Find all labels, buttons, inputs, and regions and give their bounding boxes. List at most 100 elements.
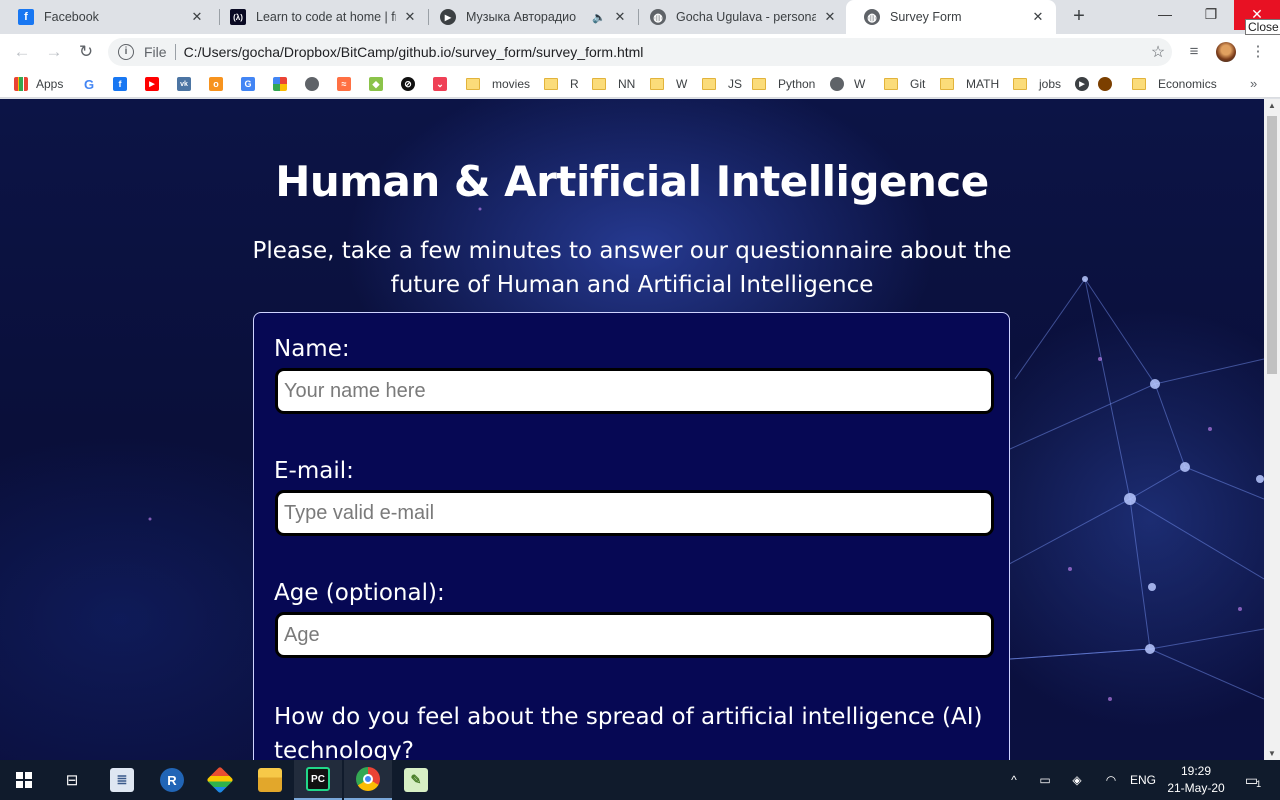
bookmark-folder-math[interactable]: MATH [940,76,999,92]
facebook-icon: f [113,77,127,91]
task-view-button[interactable]: ⊟ [48,760,96,800]
close-icon[interactable]: ✕ [612,9,628,25]
address-bar[interactable]: i File C:/Users/gocha/Dropbox/BitCamp/gi… [108,38,1172,66]
folder-icon [650,78,664,90]
task-view-icon: ⊟ [65,772,79,789]
close-icon[interactable]: ✕ [402,9,418,25]
wifi-icon[interactable]: ◠ [1100,760,1122,800]
bookmark-label: NN [618,77,636,91]
freecodecamp-icon: (λ) [230,9,246,25]
bookmark-folder-js[interactable]: JS [702,76,742,92]
bookmark-folder-movies[interactable]: movies [466,76,530,92]
bookmark-w[interactable]: W [830,76,865,92]
pocket-icon: ⌄ [433,77,447,91]
age-input[interactable] [275,612,994,658]
tab-freecodecamp[interactable]: (λ) Learn to code at home | free ✕ [212,0,428,34]
minimize-button[interactable]: — [1142,0,1188,30]
speaker-icon[interactable]: 🔈 [592,11,606,24]
bookmark-maps[interactable]: ◆ [369,76,391,92]
menu-kebab-icon[interactable]: ⋮ [1248,42,1268,62]
chart-icon: ≈ [337,77,351,91]
tab-autoradio[interactable]: ▶ Музыка Авторадио 🔈 ✕ [422,0,638,34]
bookmark-google[interactable]: G [82,76,104,92]
bookmark-translate[interactable]: G [241,76,263,92]
bookmark-odnoklassniki[interactable]: o [209,76,231,92]
bookmark-folder-economics[interactable]: Economics [1132,76,1217,92]
tab-facebook[interactable]: f Facebook ✕ [0,0,215,34]
guitar-icon [1098,77,1112,91]
bookmark-folder-git[interactable]: Git [884,76,925,92]
taskbar-app-editor[interactable]: ✎ [392,760,440,800]
notifications-button[interactable]: ▭ 1 [1238,760,1268,800]
bookmark-play[interactable]: ▶ [1075,76,1097,92]
bookmark-folder-w[interactable]: W [650,76,687,92]
taskbar-app-chrome[interactable] [344,760,392,800]
bookmark-folder-r[interactable]: R [544,76,579,92]
restore-button[interactable]: ❐ [1188,0,1234,30]
start-button[interactable] [0,760,48,800]
bookmark-blocked[interactable]: ⊘ [401,76,423,92]
scroll-up-arrow-icon[interactable]: ▲ [1264,101,1280,110]
document-icon: ≣ [110,768,134,792]
google-icon: G [82,76,96,92]
folder-icon [466,78,480,90]
new-tab-button[interactable]: + [1067,5,1091,29]
chrome-icon [356,767,380,791]
dropbox-icon[interactable]: ◈ [1066,760,1088,800]
media-controls-icon[interactable]: ≡ [1184,42,1204,62]
tray-show-hidden-icon[interactable]: ^ [1004,760,1024,800]
folder-icon [258,768,282,792]
photos-icon [273,77,287,91]
bookmark-label: R [570,77,579,91]
email-input[interactable] [275,490,994,536]
bookmarks-overflow-icon[interactable]: » [1250,76,1257,91]
bookmark-folder-nn[interactable]: NN [592,76,635,92]
bookmark-star-icon[interactable]: ☆ [1144,42,1172,62]
tab-personal-page[interactable]: ◍ Gocha Ugulava - personal p ✕ [632,0,848,34]
windows-logo-icon [16,772,32,788]
scroll-down-arrow-icon[interactable]: ▼ [1264,749,1280,758]
tab-survey-form[interactable]: ◍ Survey Form ✕ [846,0,1056,34]
play-icon: ▶ [1075,77,1089,91]
bookmark-label: movies [492,77,531,91]
apps-grid-icon [14,77,28,91]
taskbar-app-git[interactable] [196,760,244,800]
bookmark-folder-jobs[interactable]: jobs [1013,76,1061,92]
taskbar-app-document[interactable]: ≣ [98,760,146,800]
taskbar-app-r[interactable]: R [148,760,196,800]
reload-button[interactable]: ↻ [74,40,98,64]
folder-icon [702,78,716,90]
system-clock[interactable]: 19:29 21-May-20 [1156,763,1236,797]
close-icon[interactable]: ✕ [822,9,838,25]
profile-avatar[interactable] [1216,42,1236,62]
page-scrollbar[interactable]: ▲ ▼ [1264,99,1280,760]
bookmark-label: jobs [1039,77,1062,91]
scroll-thumb[interactable] [1267,116,1277,374]
close-icon[interactable]: ✕ [1030,9,1046,25]
url-text[interactable]: C:/Users/gocha/Dropbox/BitCamp/github.io… [184,44,1144,60]
bookmark-youtube[interactable]: ▶ [145,76,167,92]
windows-taskbar: ⊟ ≣ R PC ✎ ^ ▭ ◈ ◠ ENG 19:29 21-May-20 ▭… [0,760,1280,800]
taskbar-app-explorer[interactable] [246,760,294,800]
forward-button[interactable]: → [42,40,66,64]
bookmark-guitar[interactable] [1098,76,1120,92]
name-input[interactable] [275,368,994,414]
bookmark-globe[interactable] [305,76,327,92]
taskbar-app-pycharm[interactable]: PC [294,760,342,800]
bookmarks-bar: Apps G f ▶ vk o G ≈ ◆ ⊘ ⌄ movies R NN W … [0,70,1280,98]
bookmark-facebook[interactable]: f [113,76,135,92]
close-icon[interactable]: ✕ [189,9,205,25]
notepad-plus-icon: ✎ [404,768,428,792]
odnoklassniki-icon: o [209,77,223,91]
back-button[interactable]: ← [10,40,34,64]
battery-icon[interactable]: ▭ [1034,760,1056,800]
input-language[interactable]: ENG [1128,760,1158,800]
bookmark-vk[interactable]: vk [177,76,199,92]
email-label: E-mail: [274,458,354,484]
bookmark-folder-python[interactable]: Python [752,76,815,92]
bookmark-chart[interactable]: ≈ [337,76,359,92]
bookmark-apps[interactable]: Apps [14,76,63,92]
bookmark-photos[interactable] [273,76,295,92]
info-icon[interactable]: i [118,44,134,60]
bookmark-pocket[interactable]: ⌄ [433,76,455,92]
